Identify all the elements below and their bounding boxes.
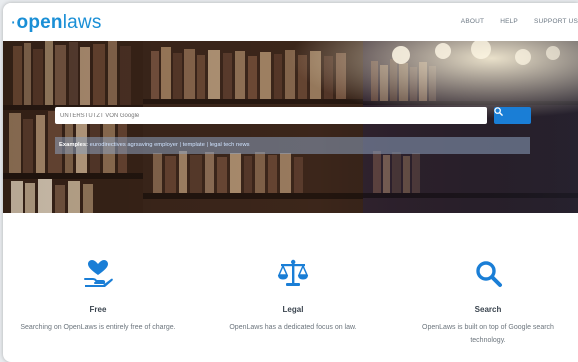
search-input[interactable] <box>60 109 480 122</box>
feature-search-title: Search <box>474 305 502 314</box>
nav-support-link[interactable]: SUPPORT US <box>534 18 578 25</box>
library-background-image <box>3 41 578 213</box>
search-box <box>55 107 487 124</box>
heart-hand-icon <box>84 260 113 287</box>
feature-search: Search OpenLaws is built on top of Googl… <box>398 253 578 353</box>
logo-rest: laws <box>62 12 102 33</box>
feature-legal: Legal OpenLaws has a dedicated focus on … <box>198 253 388 353</box>
nav-links: ABOUT HELP SUPPORT US <box>461 18 578 25</box>
feature-legal-title: Legal <box>282 305 304 314</box>
logo-bold: open <box>16 12 63 33</box>
examples-links[interactable]: eurodirectives agrsaving employer | temp… <box>90 142 250 148</box>
nav-about-link[interactable]: ABOUT <box>461 18 484 25</box>
hero-library-banner: Examples: eurodirectives agrsaving emplo… <box>3 41 578 213</box>
scales-icon <box>277 259 309 286</box>
openlaws-logo[interactable]: ·openlaws <box>10 12 102 34</box>
feature-free-title: Free <box>89 305 107 314</box>
top-navigation: ·openlaws ABOUT HELP SUPPORT US <box>3 3 578 41</box>
nav-help-link[interactable]: HELP <box>500 18 518 25</box>
search-icon <box>476 261 502 287</box>
search-icon <box>494 107 503 116</box>
feature-search-desc: OpenLaws is built on top of Google searc… <box>422 324 554 344</box>
search-examples-bar: Examples: eurodirectives agrsaving emplo… <box>55 137 530 154</box>
examples-label: Examples: <box>59 142 88 148</box>
browser-frame: ·openlaws ABOUT HELP SUPPORT US UNTERSTÜ… <box>3 3 578 362</box>
search-button[interactable] <box>494 107 531 124</box>
feature-free-desc: Searching on OpenLaws is entirely free o… <box>20 324 176 331</box>
feature-legal-desc: OpenLaws has a dedicated focus on law. <box>229 324 357 331</box>
feature-free: Free Searching on OpenLaws is entirely f… <box>3 253 193 353</box>
